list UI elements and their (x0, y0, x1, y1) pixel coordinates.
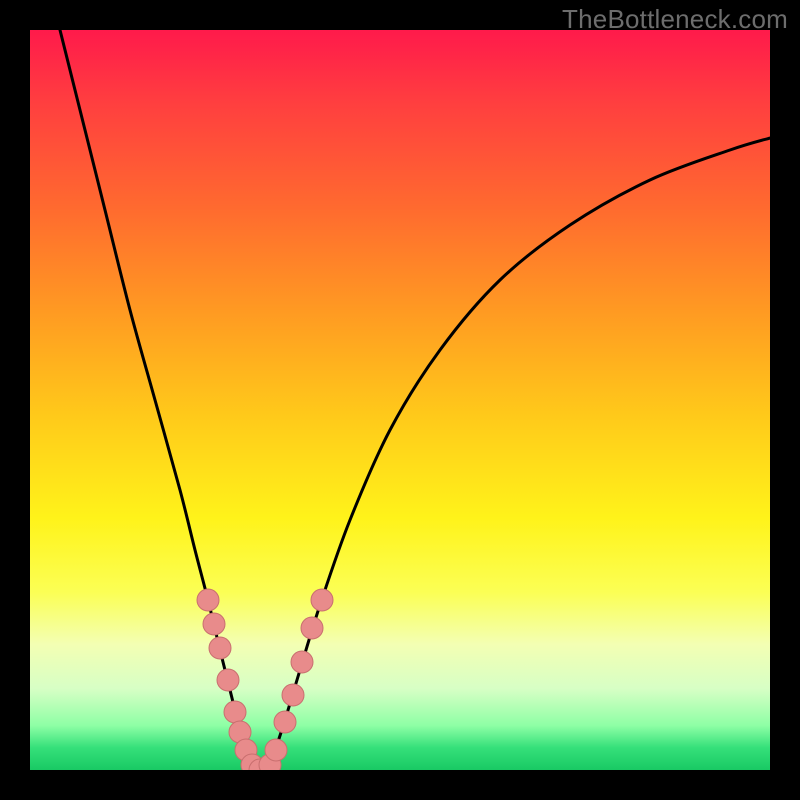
data-marker (265, 739, 287, 761)
data-marker (282, 684, 304, 706)
chart-svg (30, 30, 770, 770)
chart-frame: TheBottleneck.com (0, 0, 800, 800)
marker-group (197, 589, 333, 770)
data-marker (209, 637, 231, 659)
data-marker (197, 589, 219, 611)
data-marker (217, 669, 239, 691)
data-marker (311, 589, 333, 611)
plot-area (30, 30, 770, 770)
data-marker (224, 701, 246, 723)
data-marker (291, 651, 313, 673)
data-marker (301, 617, 323, 639)
bottleneck-curve (60, 30, 770, 770)
data-marker (274, 711, 296, 733)
data-marker (203, 613, 225, 635)
